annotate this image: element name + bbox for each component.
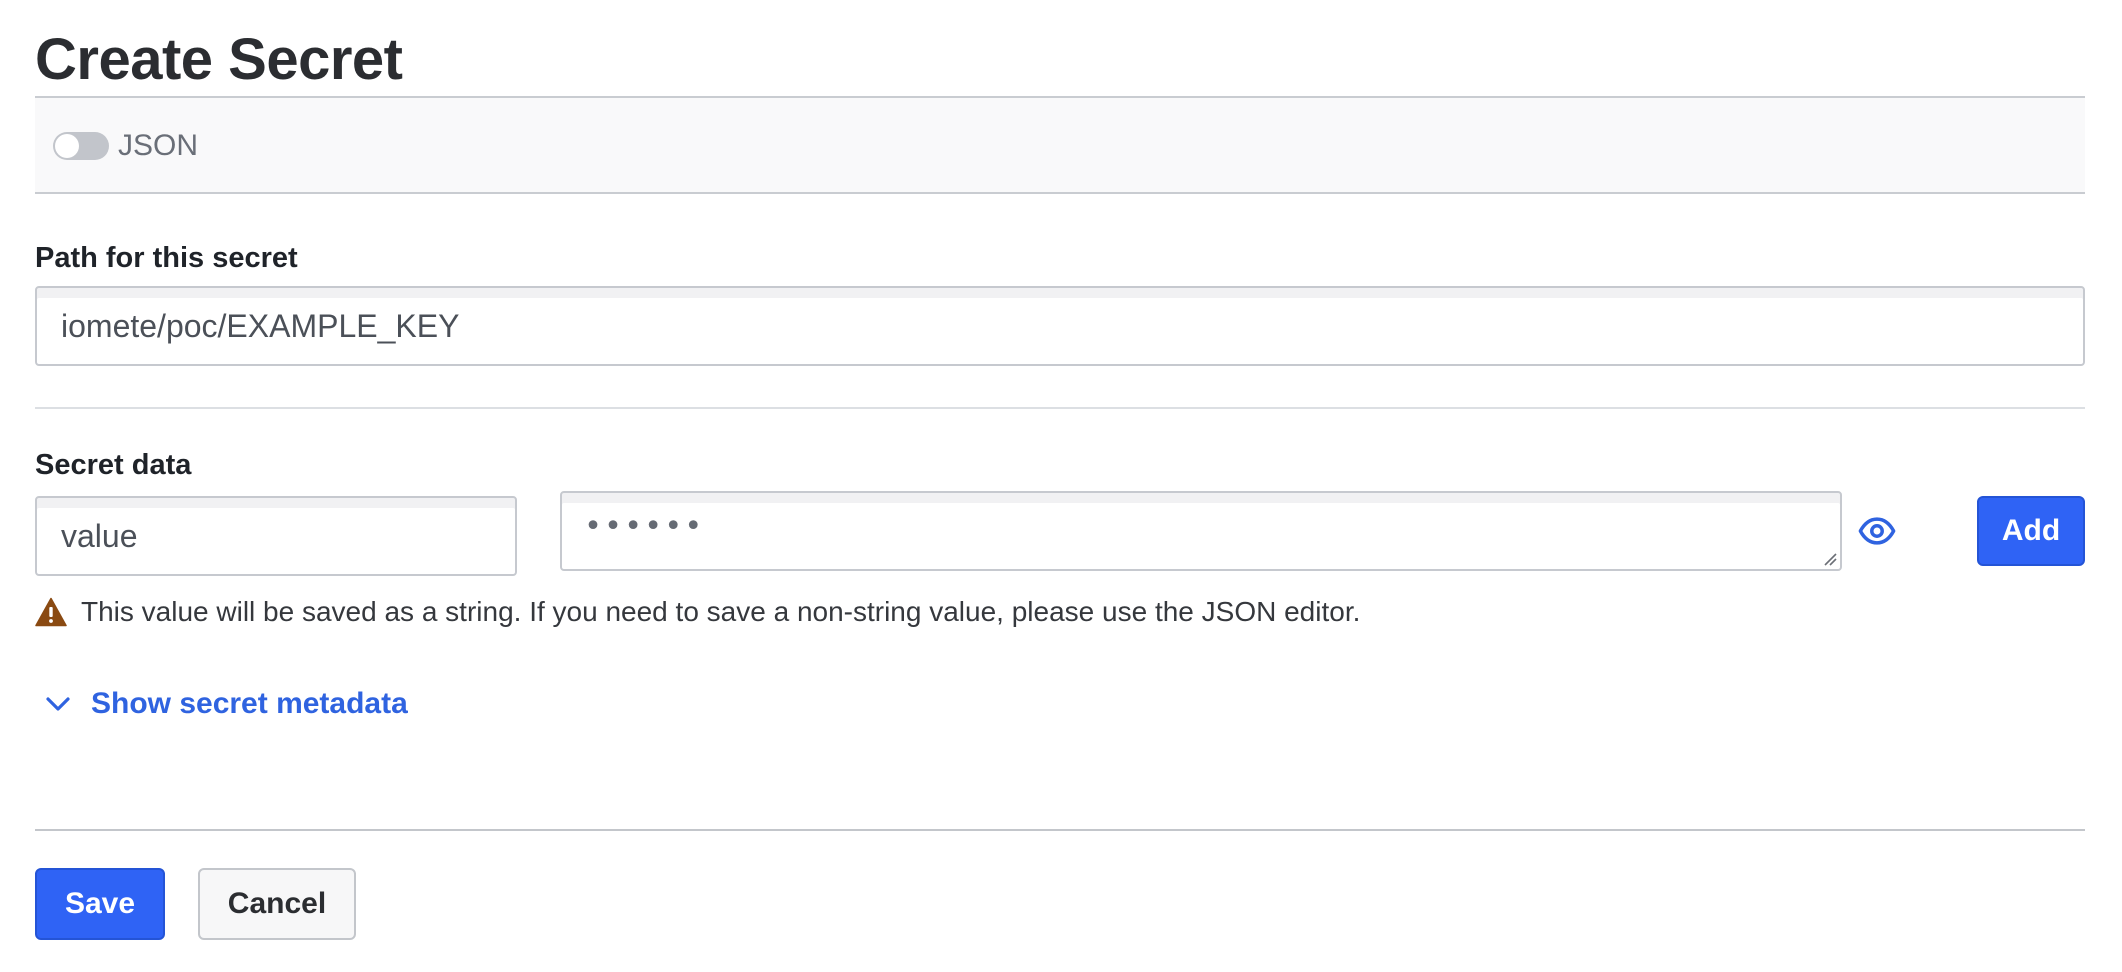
editor-toolbar: JSON	[35, 96, 2085, 194]
path-field-label: Path for this secret	[35, 242, 298, 274]
create-secret-page: Create Secret JSON Path for this secret …	[0, 0, 2122, 972]
cancel-button[interactable]: Cancel	[198, 868, 356, 940]
add-button[interactable]: Add	[1977, 496, 2085, 566]
save-button[interactable]: Save	[35, 868, 165, 940]
string-warning: This value will be saved as a string. If…	[35, 592, 1360, 632]
footer-divider	[35, 829, 2085, 831]
secret-value-textarea[interactable]: ••••••	[560, 491, 1842, 571]
page-title: Create Secret	[35, 27, 403, 92]
toggle-knob	[55, 134, 79, 158]
path-input[interactable]	[35, 286, 2085, 366]
eye-icon[interactable]	[1858, 512, 1896, 550]
warning-text: This value will be saved as a string. If…	[81, 596, 1361, 627]
json-toggle[interactable]	[53, 132, 109, 160]
json-toggle-label: JSON	[118, 129, 199, 162]
masked-value: ••••••	[584, 509, 705, 544]
secret-data-label: Secret data	[35, 449, 192, 481]
section-divider	[35, 407, 2085, 409]
chevron-down-icon	[46, 697, 70, 711]
secret-key-input[interactable]	[35, 496, 517, 576]
warning-icon	[35, 597, 67, 627]
show-metadata-toggle[interactable]: Show secret metadata	[45, 684, 408, 724]
resize-grip-icon[interactable]	[1823, 552, 1837, 566]
show-metadata-label: Show secret metadata	[91, 687, 408, 720]
